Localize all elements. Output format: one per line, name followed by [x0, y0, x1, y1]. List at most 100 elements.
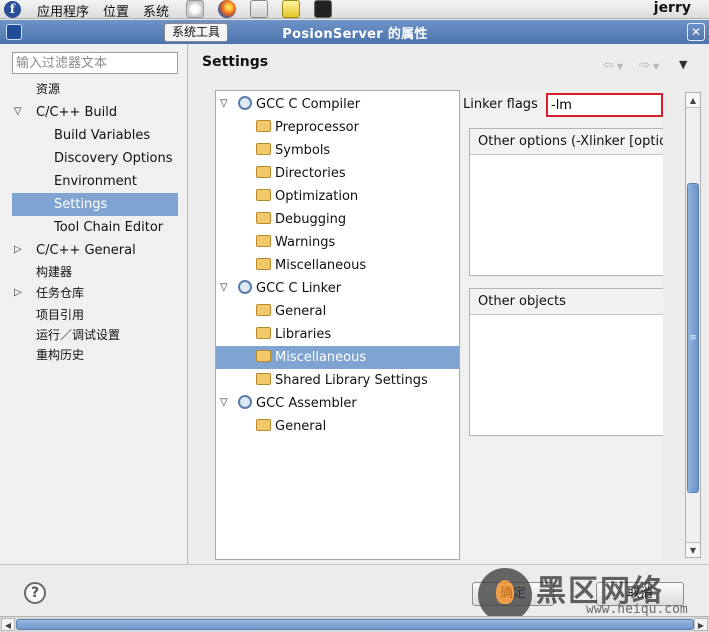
option-node-5[interactable]: Debugging — [216, 208, 459, 231]
linker-flags-label: Linker flags — [463, 97, 538, 112]
tree-node-content: GCC Assembler — [238, 392, 357, 415]
nav-item-label: 项目引用 — [36, 308, 85, 322]
option-folder-icon — [256, 258, 271, 270]
terminal-icon[interactable] — [314, 0, 332, 18]
tool-node-0[interactable]: ▽ GCC C Compiler — [216, 93, 459, 116]
tree-node-content: Libraries — [256, 323, 331, 346]
close-icon[interactable]: ✕ — [687, 23, 705, 41]
tree-node-content: Shared Library Settings — [256, 369, 428, 392]
expanded-arrow-icon[interactable]: ▽ — [220, 92, 230, 109]
option-node-9[interactable]: General — [216, 300, 459, 323]
expanded-arrow-icon[interactable]: ▽ — [220, 391, 230, 408]
cancel-button[interactable]: 取消 — [596, 582, 684, 606]
nav-item-8[interactable]: 构建器 — [12, 262, 178, 282]
option-node-12[interactable]: Shared Library Settings — [216, 369, 459, 392]
back-menu-chevron-icon[interactable]: ▼ — [617, 62, 623, 71]
scroll-down-icon[interactable]: ▼ — [686, 542, 700, 557]
nav-item-3[interactable]: Discovery Options — [12, 147, 178, 170]
notes-icon[interactable] — [282, 0, 300, 18]
nav-item-0[interactable]: 资源 — [12, 78, 178, 101]
tool-node-8[interactable]: ▽ GCC C Linker — [216, 277, 459, 300]
forward-arrow-icon[interactable]: ⇨ — [639, 58, 650, 73]
option-node-1[interactable]: Preprocessor — [216, 116, 459, 139]
nav-item-10[interactable]: 项目引用 — [12, 305, 178, 325]
nav-item-label: C/C++ General — [36, 243, 136, 258]
settings-launcher-icon[interactable] — [186, 0, 204, 18]
nav-item-12[interactable]: 重构历史 — [12, 345, 178, 365]
tree-node-content: Preprocessor — [256, 116, 359, 139]
scroll-grip-icon: ≡ — [689, 333, 697, 343]
eclipse-window-icon[interactable] — [6, 24, 22, 40]
back-arrow-icon[interactable]: ⇦ — [603, 58, 614, 73]
mail-icon[interactable] — [250, 0, 268, 18]
scroll-up-icon[interactable]: ▲ — [686, 93, 700, 108]
nav-item-11[interactable]: 运行／调试设置 — [12, 325, 178, 345]
other-options-header: Other options (-Xlinker [option]) — [470, 129, 663, 155]
tree-node-label: General — [275, 419, 327, 434]
option-folder-icon — [256, 350, 271, 362]
other-objects-header: Other objects — [470, 289, 663, 315]
nav-item-5[interactable]: Settings — [12, 193, 178, 216]
tree-node-label: Shared Library Settings — [275, 373, 428, 388]
help-icon[interactable]: ? — [24, 582, 46, 604]
tree-node-content: General — [256, 415, 326, 438]
fedora-logo-icon[interactable]: f — [4, 1, 21, 18]
page-title: Settings — [202, 54, 269, 70]
filter-input[interactable] — [12, 52, 178, 74]
forward-menu-chevron-icon[interactable]: ▼ — [653, 62, 659, 71]
nav-item-label: 构建器 — [36, 265, 73, 279]
tool-gear-icon — [238, 280, 252, 294]
tree-node-label: Warnings — [275, 235, 336, 250]
option-node-3[interactable]: Directories — [216, 162, 459, 185]
option-node-6[interactable]: Warnings — [216, 231, 459, 254]
firefox-icon[interactable] — [218, 0, 236, 18]
tree-node-content: GCC C Linker — [238, 277, 341, 300]
tool-settings-tree: ▽ GCC C Compiler Preprocessor Symbols Direct… — [215, 90, 460, 560]
option-node-4[interactable]: Optimization — [216, 185, 459, 208]
tree-node-label: Symbols — [275, 143, 331, 158]
system-tools-tab[interactable]: 系统工具 — [164, 23, 228, 42]
collapsed-arrow-icon[interactable]: ▷ — [14, 281, 24, 298]
tree-node-content: GCC C Compiler — [238, 93, 360, 116]
user-name[interactable]: jerry — [654, 0, 691, 16]
option-node-2[interactable]: Symbols — [216, 139, 459, 162]
option-folder-icon — [256, 212, 271, 224]
nav-item-6[interactable]: Tool Chain Editor — [12, 216, 178, 239]
tree-node-content: Miscellaneous — [256, 254, 366, 277]
horizontal-scroll-thumb[interactable] — [16, 619, 694, 630]
ok-button[interactable]: 确定 — [472, 582, 554, 606]
window-titlebar[interactable]: 系统工具 PosionServer 的属性 ✕ — [0, 20, 709, 44]
option-folder-icon — [256, 327, 271, 339]
tree-node-content: Debugging — [256, 208, 346, 231]
menu-system[interactable]: 系统 — [143, 1, 169, 20]
option-node-11[interactable]: Miscellaneous — [216, 346, 459, 369]
view-menu-icon[interactable]: ▼ — [679, 58, 687, 71]
nav-item-1[interactable]: ▽ C/C++ Build — [12, 101, 178, 124]
nav-item-label: Discovery Options — [54, 151, 173, 166]
tree-node-label: Preprocessor — [275, 120, 359, 135]
nav-item-9[interactable]: ▷ 任务仓库 — [12, 282, 178, 305]
collapsed-arrow-icon[interactable]: ▷ — [14, 238, 24, 255]
expanded-arrow-icon[interactable]: ▽ — [14, 100, 24, 117]
option-node-14[interactable]: General — [216, 415, 459, 438]
option-node-10[interactable]: Libraries — [216, 323, 459, 346]
linker-flags-input[interactable] — [546, 93, 663, 117]
option-node-7[interactable]: Miscellaneous — [216, 254, 459, 277]
scroll-right-icon[interactable]: ▶ — [694, 618, 708, 631]
tree-node-label: Miscellaneous — [275, 350, 367, 365]
nav-item-label: Build Variables — [54, 128, 151, 143]
menu-applications[interactable]: 应用程序 — [37, 1, 89, 20]
scroll-left-icon[interactable]: ◀ — [1, 618, 15, 631]
tree-node-label: Miscellaneous — [275, 258, 367, 273]
tree-node-label: GCC C Linker — [256, 281, 342, 296]
expanded-arrow-icon[interactable]: ▽ — [220, 276, 230, 293]
nav-item-4[interactable]: Environment — [12, 170, 178, 193]
horizontal-scrollbar[interactable]: ◀ ▶ — [0, 616, 709, 632]
nav-item-2[interactable]: Build Variables — [12, 124, 178, 147]
nav-item-7[interactable]: ▷ C/C++ General — [12, 239, 178, 262]
other-objects-list[interactable]: Other objects — [469, 288, 663, 436]
other-options-list[interactable]: Other options (-Xlinker [option]) — [469, 128, 663, 276]
tool-node-13[interactable]: ▽ GCC Assembler — [216, 392, 459, 415]
vertical-scrollbar[interactable]: ▲ ≡ ▼ — [685, 92, 701, 558]
menu-places[interactable]: 位置 — [103, 1, 129, 20]
